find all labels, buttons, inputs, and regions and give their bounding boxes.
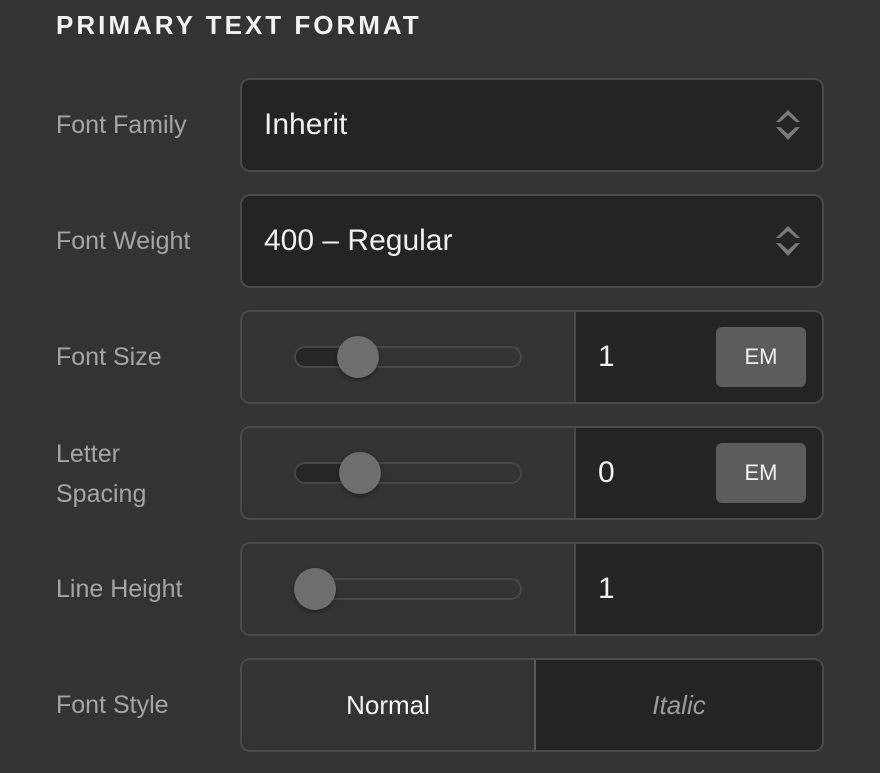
slider-thumb[interactable] [338, 452, 381, 494]
line-height-slider[interactable] [242, 544, 576, 634]
letter-spacing-row: Letter Spacing 0 EM [0, 426, 880, 520]
font-weight-row: Font Weight 400 – Regular [0, 194, 880, 288]
letter-spacing-label-line1: Letter [56, 440, 120, 468]
line-height-value-input[interactable]: 1 [598, 544, 615, 634]
font-size-row: Font Size 1 EM [0, 310, 880, 404]
slider-thumb[interactable] [336, 336, 379, 378]
letter-spacing-unit-button[interactable]: EM [716, 443, 806, 503]
select-arrows-icon [776, 110, 800, 140]
font-style-toggle: Normal Italic [240, 658, 824, 752]
select-arrows-icon [776, 226, 800, 256]
font-weight-value: 400 – Regular [264, 224, 453, 257]
font-size-unit-button[interactable]: EM [716, 327, 806, 387]
font-weight-select[interactable]: 400 – Regular [240, 194, 824, 288]
letter-spacing-label-line2: Spacing [56, 480, 147, 508]
font-style-normal-button[interactable]: Normal [242, 660, 536, 750]
section-title: PRIMARY TEXT FORMAT [56, 10, 422, 40]
letter-spacing-label: Letter Spacing [56, 434, 146, 514]
font-size-control: 1 EM [240, 310, 824, 404]
letter-spacing-slider[interactable] [242, 428, 576, 518]
font-style-italic-button[interactable]: Italic [536, 660, 822, 750]
slider-track[interactable] [294, 346, 522, 368]
font-size-slider[interactable] [242, 312, 576, 402]
letter-spacing-control: 0 EM [240, 426, 824, 520]
font-family-select[interactable]: Inherit [240, 78, 824, 172]
slider-thumb[interactable] [294, 568, 336, 610]
letter-spacing-value-input[interactable]: 0 [598, 428, 615, 518]
slider-track[interactable] [294, 462, 522, 484]
font-family-value: Inherit [264, 108, 348, 141]
font-style-row: Font Style Normal Italic [0, 658, 880, 752]
line-height-label: Line Height [56, 575, 183, 603]
line-height-row: Line Height 1 [0, 542, 880, 636]
font-family-label: Font Family [56, 111, 187, 139]
font-weight-label: Font Weight [56, 227, 191, 255]
font-family-row: Font Family Inherit [0, 78, 880, 172]
font-size-label: Font Size [56, 343, 162, 371]
line-height-control: 1 [240, 542, 824, 636]
font-style-label: Font Style [56, 691, 169, 719]
font-size-value-input[interactable]: 1 [598, 312, 615, 402]
